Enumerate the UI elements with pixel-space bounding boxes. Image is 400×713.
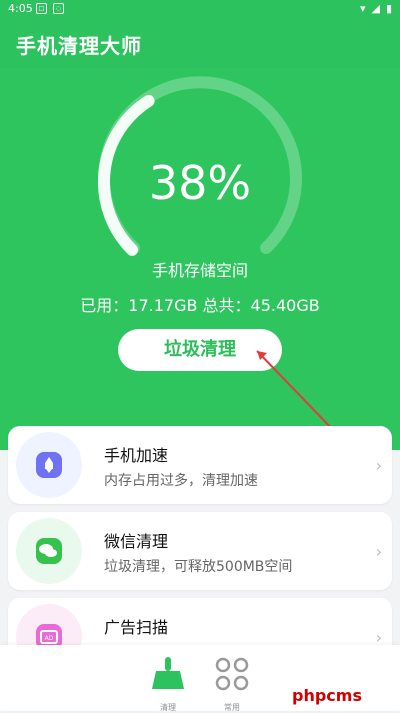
wechat-icon-circle (16, 518, 82, 584)
status-right-icons: ▾ ◢ ▮ (360, 2, 392, 15)
app-header: 手机清理大师 (0, 18, 400, 68)
feature-card-speed[interactable]: 手机加速 内存占用过多，清理加速 › (8, 426, 392, 504)
nav-common[interactable]: 常用 (210, 655, 254, 712)
feature-title: 广告扫描 (104, 618, 169, 637)
feature-title: 手机加速 (104, 446, 169, 465)
feature-card-wechat[interactable]: 微信清理 垃圾清理，可释放500MB空间 › (8, 512, 392, 590)
page-title: 手机清理大师 (16, 34, 142, 58)
battery-icon: ▮ (385, 2, 392, 15)
chevron-right-icon: › (375, 456, 382, 475)
chevron-right-icon: › (375, 542, 382, 561)
nav-common-label: 常用 (224, 703, 240, 712)
feature-subtitle: 内存占用过多，清理加速 (104, 473, 258, 489)
junk-clean-button[interactable]: 垃圾清理 (118, 329, 282, 371)
wechat-icon (36, 538, 62, 564)
apps-grid-icon (215, 657, 249, 691)
nav-clean-label: 清理 (160, 703, 176, 712)
notification-icon: □ (36, 3, 47, 14)
status-time: 4:05 (8, 2, 33, 15)
clean-broom-icon (152, 657, 184, 689)
storage-hero: 38% 手机存储空间 已用：17.17GB 总共：45.40GB 垃圾清理 (0, 68, 400, 450)
svg-text:AD: AD (45, 635, 54, 642)
rocket-icon (36, 452, 62, 478)
speed-icon-circle (16, 432, 82, 498)
nav-clean[interactable]: 清理 (146, 655, 190, 712)
feature-title: 微信清理 (104, 532, 169, 551)
storage-percent: 38% (148, 156, 252, 210)
sync-icon: ◌ (53, 3, 64, 14)
wifi-icon: ▾ (359, 2, 366, 15)
feature-subtitle: 垃圾清理，可释放500MB空间 (104, 559, 293, 575)
status-bar: 4:05 □ ◌ ▾ ◢ ▮ (0, 0, 400, 18)
watermark-text: phpcms (292, 686, 362, 705)
storage-label: 手机存储空间 (151, 261, 248, 280)
status-left-icons: □ ◌ (36, 3, 64, 14)
signal-icon: ◢ (371, 2, 380, 15)
storage-usage: 已用：17.17GB 总共：45.40GB (80, 296, 320, 315)
